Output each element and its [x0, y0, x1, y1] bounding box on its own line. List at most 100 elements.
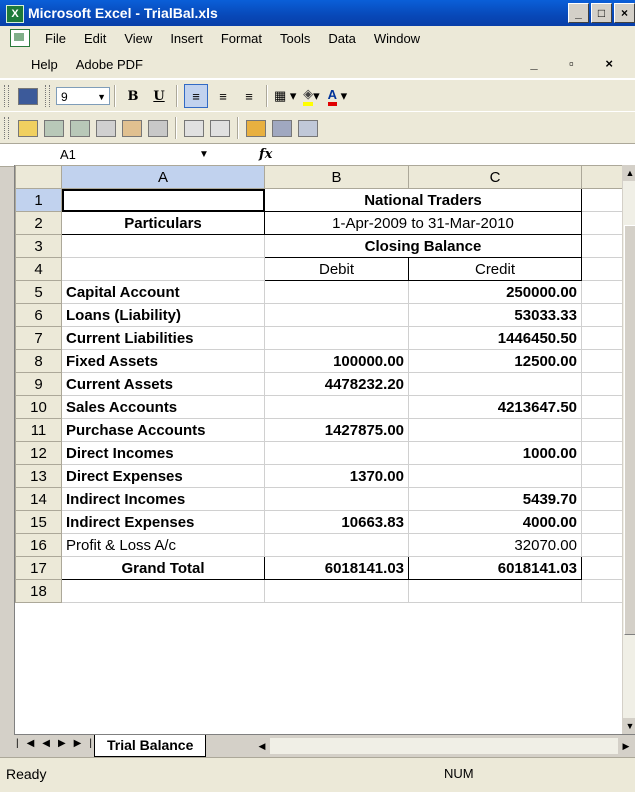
- row-header[interactable]: 3: [15, 234, 62, 258]
- cell-empty[interactable]: [581, 464, 623, 488]
- debit-cell[interactable]: [264, 326, 409, 350]
- account-name-cell[interactable]: Indirect Expenses: [61, 510, 265, 534]
- cell-empty[interactable]: [581, 556, 623, 580]
- account-name-cell[interactable]: Profit & Loss A/c: [61, 533, 265, 557]
- tool-icon-8[interactable]: [245, 117, 267, 139]
- tool-icon-6[interactable]: [183, 117, 205, 139]
- scroll-thumb[interactable]: [624, 225, 635, 635]
- align-right-icon[interactable]: ≡: [238, 85, 260, 107]
- row-header[interactable]: 17: [15, 556, 62, 580]
- debit-cell[interactable]: [264, 395, 409, 419]
- account-name-cell[interactable]: Indirect Incomes: [61, 487, 265, 511]
- cell-a3[interactable]: [61, 234, 265, 258]
- grand-total-debit[interactable]: 6018141.03: [264, 556, 409, 580]
- scroll-right-icon[interactable]: ▶: [618, 738, 634, 754]
- credit-cell[interactable]: 32070.00: [408, 533, 582, 557]
- toolbar-grip[interactable]: [4, 85, 9, 107]
- align-center-icon[interactable]: ≡: [212, 85, 234, 107]
- company-name-cell[interactable]: National Traders: [264, 188, 582, 212]
- account-name-cell[interactable]: Direct Incomes: [61, 441, 265, 465]
- cell-empty[interactable]: [581, 257, 623, 281]
- workbook-icon[interactable]: [10, 29, 30, 47]
- closing-balance-header[interactable]: Closing Balance: [264, 234, 582, 258]
- cell-c18[interactable]: [408, 579, 582, 603]
- menu-data[interactable]: Data: [319, 31, 364, 46]
- tool-icon-1[interactable]: [43, 117, 65, 139]
- menu-window[interactable]: Window: [365, 31, 429, 46]
- name-box[interactable]: A1: [0, 145, 225, 165]
- row-header[interactable]: 15: [15, 510, 62, 534]
- menu-adobe-pdf[interactable]: Adobe PDF: [67, 57, 152, 72]
- scroll-down-icon[interactable]: ▼: [623, 718, 635, 734]
- tool-icon-3[interactable]: [95, 117, 117, 139]
- maximize-button[interactable]: □: [591, 3, 612, 23]
- credit-cell[interactable]: 12500.00: [408, 349, 582, 373]
- tool-icon-2[interactable]: [69, 117, 91, 139]
- tool-icon-9[interactable]: [271, 117, 293, 139]
- credit-cell[interactable]: [408, 464, 582, 488]
- tool-icon-7[interactable]: [209, 117, 231, 139]
- row-header[interactable]: 13: [15, 464, 62, 488]
- account-name-cell[interactable]: Current Liabilities: [61, 326, 265, 350]
- account-name-cell[interactable]: Loans (Liability): [61, 303, 265, 327]
- grand-total-label[interactable]: Grand Total: [61, 556, 265, 580]
- align-left-icon[interactable]: ≡: [184, 84, 208, 108]
- menu-insert[interactable]: Insert: [161, 31, 212, 46]
- row-header[interactable]: 12: [15, 441, 62, 465]
- cell-empty[interactable]: [581, 487, 623, 511]
- cell-empty[interactable]: [581, 418, 623, 442]
- credit-cell[interactable]: 4213647.50: [408, 395, 582, 419]
- cell-empty[interactable]: [581, 533, 623, 557]
- cell-a18[interactable]: [61, 579, 265, 603]
- excel-app-icon[interactable]: X: [6, 5, 24, 23]
- credit-cell[interactable]: 1446450.50: [408, 326, 582, 350]
- borders-icon[interactable]: ▦ ▾: [274, 85, 296, 107]
- debit-cell[interactable]: [264, 487, 409, 511]
- row-header[interactable]: 1: [15, 188, 62, 212]
- document-window-controls[interactable]: _ ▫ ×: [530, 56, 627, 71]
- bold-button[interactable]: B: [122, 85, 144, 107]
- account-name-cell[interactable]: Direct Expenses: [61, 464, 265, 488]
- cell-empty[interactable]: [581, 303, 623, 327]
- account-name-cell[interactable]: Fixed Assets: [61, 349, 265, 373]
- debit-cell[interactable]: [264, 280, 409, 304]
- worksheet-grid[interactable]: A B C 1 National Traders 2 Particulars 1…: [14, 165, 635, 734]
- credit-cell[interactable]: 53033.33: [408, 303, 582, 327]
- row-header[interactable]: 10: [15, 395, 62, 419]
- cell-empty[interactable]: [581, 349, 623, 373]
- folder-icon[interactable]: [17, 117, 39, 139]
- cell-empty[interactable]: [581, 441, 623, 465]
- row-header[interactable]: 2: [15, 211, 62, 235]
- select-all-corner[interactable]: [15, 165, 62, 189]
- font-color-button[interactable]: A ▾: [326, 85, 348, 107]
- column-header-b[interactable]: B: [264, 165, 409, 189]
- period-cell[interactable]: 1-Apr-2009 to 31-Mar-2010: [264, 211, 582, 235]
- debit-cell[interactable]: [264, 533, 409, 557]
- close-button[interactable]: ×: [614, 3, 635, 23]
- underline-button[interactable]: U: [148, 85, 170, 107]
- scroll-up-icon[interactable]: ▲: [623, 165, 635, 181]
- debit-cell[interactable]: 10663.83: [264, 510, 409, 534]
- account-name-cell[interactable]: Current Assets: [61, 372, 265, 396]
- menu-help[interactable]: Help: [22, 57, 67, 72]
- tool-icon-5[interactable]: [147, 117, 169, 139]
- fx-icon[interactable]: fx: [259, 147, 272, 162]
- cell-empty[interactable]: [581, 395, 623, 419]
- cell-a4[interactable]: [61, 257, 265, 281]
- debit-cell[interactable]: 1370.00: [264, 464, 409, 488]
- tab-trial-balance[interactable]: Trial Balance: [94, 735, 207, 757]
- credit-header[interactable]: Credit: [408, 257, 582, 281]
- menu-edit[interactable]: Edit: [75, 31, 115, 46]
- toolbar-grip-2[interactable]: [45, 85, 50, 107]
- credit-cell[interactable]: 250000.00: [408, 280, 582, 304]
- debit-cell[interactable]: [264, 303, 409, 327]
- debit-cell[interactable]: 100000.00: [264, 349, 409, 373]
- row-header[interactable]: 16: [15, 533, 62, 557]
- row-header[interactable]: 6: [15, 303, 62, 327]
- fill-color-icon[interactable]: ◈ ▾: [300, 85, 322, 107]
- cell-b18[interactable]: [264, 579, 409, 603]
- debit-header[interactable]: Debit: [264, 257, 409, 281]
- credit-cell[interactable]: 4000.00: [408, 510, 582, 534]
- chevron-down-icon[interactable]: ▼: [199, 149, 209, 160]
- particulars-header[interactable]: Particulars: [61, 211, 265, 235]
